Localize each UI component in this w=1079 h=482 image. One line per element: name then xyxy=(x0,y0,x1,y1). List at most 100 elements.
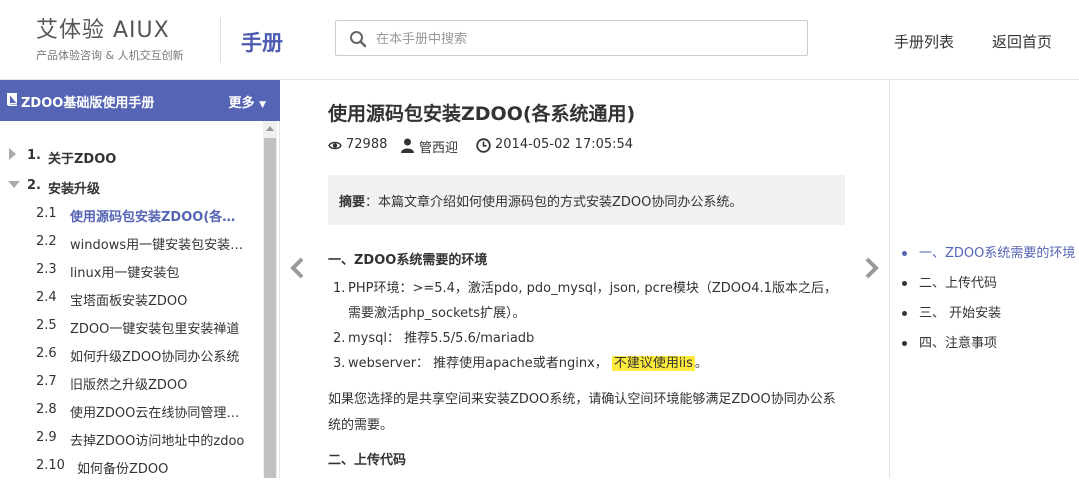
toc-item[interactable]: 2.7 旧版然之升级ZDOO xyxy=(0,370,262,398)
scroll-thumb[interactable] xyxy=(264,138,276,478)
sidebar-scrollbar[interactable] xyxy=(263,121,277,478)
section-number: 2. xyxy=(27,178,41,193)
user-icon xyxy=(401,138,414,153)
section-label: 关于ZDOO xyxy=(48,152,117,167)
item-label[interactable]: 旧版然之升级ZDOO xyxy=(70,374,246,393)
list-number: 3. xyxy=(333,356,346,371)
item-label[interactable]: 使用源码包安装ZDOO(各系统通用) xyxy=(70,206,246,225)
outline-item[interactable]: 四、注意事项 xyxy=(902,332,997,351)
outline-label[interactable]: 一、ZDOO系统需要的环境 xyxy=(919,246,1075,261)
outline-item[interactable]: 三、 开始安装 xyxy=(902,302,1001,321)
publish-datetime: 2014-05-02 17:05:54 xyxy=(495,137,634,152)
logo-tagline: 产品体验咨询 & 人机交互创新 xyxy=(36,49,184,62)
abstract-text: ：本篇文章介绍如何使用源码包的方式安装ZDOO协同办公系统。 xyxy=(365,195,743,210)
item-number: 2.2 xyxy=(36,234,57,249)
search-box[interactable] xyxy=(335,20,808,56)
toc-section-install[interactable]: 2. 安装升级 xyxy=(0,172,262,202)
list-text-tail: 。 xyxy=(694,356,708,371)
scroll-up-icon[interactable] xyxy=(266,126,274,131)
highlighted-warning: 不建议使用iis xyxy=(611,356,695,371)
item-number: 2.7 xyxy=(36,374,57,389)
book-icon xyxy=(7,93,17,106)
item-number: 2.4 xyxy=(36,290,57,305)
search-icon[interactable] xyxy=(349,30,367,48)
toc-item[interactable]: 2.1 使用源码包安装ZDOO(各系统通用) xyxy=(0,202,262,230)
sidebar-header: ZDOO基础版使用手册 更多 ▼ xyxy=(0,80,280,121)
eye-icon xyxy=(328,141,342,150)
header-divider xyxy=(220,18,221,62)
sidebar-title: ZDOO基础版使用手册 xyxy=(21,96,155,111)
item-label[interactable]: 去掉ZDOO访问地址中的zdoo xyxy=(70,430,246,449)
article-paragraph: 如果您选择的是共享空间来安装ZDOO系统，请确认空间环境能够满足ZDOO协同办公… xyxy=(328,392,836,433)
nav-manual-list[interactable]: 手册列表 xyxy=(894,31,954,52)
article-main: 使用源码包安装ZDOO(各系统通用) 72988 管西迎 2014-05-02 … xyxy=(281,80,888,478)
article-title: 使用源码包安装ZDOO(各系统通用) xyxy=(328,103,636,125)
item-label[interactable]: 使用ZDOO云在线协同管理平台 xyxy=(70,402,246,421)
outline-label[interactable]: 二、上传代码 xyxy=(919,276,997,291)
author-name[interactable]: 管西迎 xyxy=(419,137,458,156)
bullet-icon xyxy=(902,281,907,286)
list-item: 2. mysql： 推荐5.5/5.6/mariadb xyxy=(328,326,848,351)
toc-item[interactable]: 2.2 windows用一键安装包安装(推荐) xyxy=(0,230,262,258)
item-number: 2.10 xyxy=(36,458,65,473)
logo-main-text: 艾体验 AIUX xyxy=(36,18,170,43)
item-number: 2.9 xyxy=(36,430,57,445)
toc-item[interactable]: 2.5 ZDOO一键安装包里安装禅道 xyxy=(0,314,262,342)
article-abstract: 摘要：本篇文章介绍如何使用源码包的方式安装ZDOO协同办公系统。 xyxy=(328,175,845,225)
caret-right-icon[interactable] xyxy=(9,148,16,160)
manual-section-title: 手册 xyxy=(241,31,283,55)
toc-item[interactable]: 2.6 如何升级ZDOO协同办公系统 xyxy=(0,342,262,370)
search-input[interactable] xyxy=(376,27,796,51)
item-label[interactable]: 宝塔面板安装ZDOO xyxy=(70,290,246,309)
list-item: 1. PHP环境：>=5.4，激活pdo, pdo_mysql，json, pcr… xyxy=(328,276,848,326)
list-item: 3. webserver： 推荐使用apache或者nginx， 不建议使用iis… xyxy=(328,351,848,376)
section-number: 1. xyxy=(27,148,41,163)
list-number: 1. xyxy=(333,281,346,296)
item-label[interactable]: linux用一键安装包 xyxy=(70,262,246,281)
requirements-list: 1. PHP环境：>=5.4，激活pdo, pdo_mysql，json, pcr… xyxy=(328,276,848,376)
item-number: 2.8 xyxy=(36,402,57,417)
sidebar-toc: 1. 关于ZDOO 2. 安装升级 2.1使用源码包安装ZDOO(各系统通用) … xyxy=(0,142,262,482)
caret-down-icon: ▼ xyxy=(259,100,266,110)
item-label[interactable]: ZDOO一键安装包里安装禅道 xyxy=(70,318,246,337)
item-number: 2.1 xyxy=(36,206,57,221)
item-number: 2.6 xyxy=(36,346,57,361)
outline-label[interactable]: 三、 开始安装 xyxy=(919,306,1001,321)
item-label[interactable]: windows用一键安装包安装(推荐) xyxy=(70,234,246,253)
more-label: 更多 xyxy=(228,96,255,111)
left-sidebar: ZDOO基础版使用手册 更多 ▼ 1. 关于ZDOO 2. 安装升级 2.1 使用… xyxy=(0,80,280,478)
list-text: PHP环境：>=5.4，激活pdo, pdo_mysql，json, pcre模… xyxy=(348,281,837,321)
toc-item[interactable]: 2.8 使用ZDOO云在线协同管理平台 xyxy=(0,398,262,426)
toc-item[interactable]: 2.9 去掉ZDOO访问地址中的zdoo xyxy=(0,426,262,454)
list-text: mysql： 推荐5.5/5.6/mariadb xyxy=(348,331,535,346)
abstract-label: 摘要 xyxy=(339,195,366,210)
article-outline: 一、ZDOO系统需要的环境 二、上传代码 三、 开始安装 四、注意事项 xyxy=(889,80,1079,478)
site-logo[interactable]: 艾体验 AIUX 产品体验咨询 & 人机交互创新 xyxy=(36,18,184,63)
toc-item[interactable]: 2.4 宝塔面板安装ZDOO xyxy=(0,286,262,314)
top-header: 艾体验 AIUX 产品体验咨询 & 人机交互创新 手册 手册列表 返回首页 xyxy=(0,0,1079,80)
bullet-icon xyxy=(902,341,907,346)
nav-home[interactable]: 返回首页 xyxy=(992,31,1052,52)
bullet-icon xyxy=(902,311,907,316)
toc-section-about[interactable]: 1. 关于ZDOO xyxy=(0,142,262,172)
outline-label[interactable]: 四、注意事项 xyxy=(919,336,997,351)
item-number: 2.5 xyxy=(36,318,57,333)
clock-icon xyxy=(476,138,491,153)
item-number: 2.3 xyxy=(36,262,57,277)
outline-item[interactable]: 二、上传代码 xyxy=(902,272,997,291)
prev-article-arrow-icon[interactable] xyxy=(289,256,305,280)
outline-item[interactable]: 一、ZDOO系统需要的环境 xyxy=(902,242,1075,261)
bullet-icon xyxy=(902,251,907,256)
caret-down-icon[interactable] xyxy=(8,181,20,188)
item-label[interactable]: 如何升级ZDOO协同办公系统 xyxy=(70,346,246,365)
list-text: webserver： 推荐使用apache或者nginx， xyxy=(348,356,612,371)
more-dropdown[interactable]: 更多 ▼ xyxy=(229,92,266,111)
next-article-arrow-icon[interactable] xyxy=(864,256,880,280)
section-heading: 一、ZDOO系统需要的环境 xyxy=(328,253,488,268)
list-number: 2. xyxy=(333,331,346,346)
view-count: 72988 xyxy=(346,137,388,152)
section-label: 安装升级 xyxy=(48,182,101,197)
toc-item[interactable]: 2.3 linux用一键安装包 xyxy=(0,258,262,286)
item-label[interactable]: 如何备份ZDOO xyxy=(77,458,253,477)
section-heading: 二、上传代码 xyxy=(328,453,407,468)
